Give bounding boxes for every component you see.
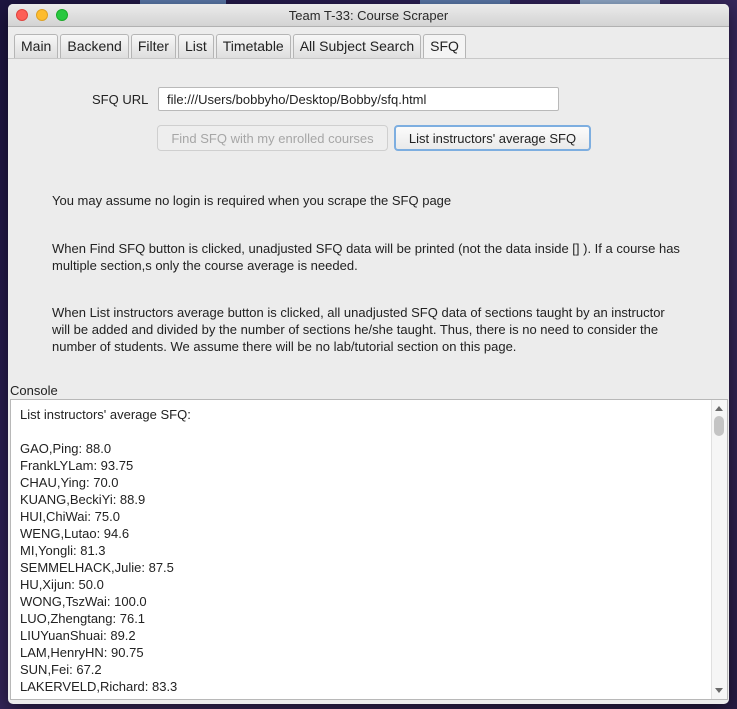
console-text: List instructors' average SFQ: GAO,Ping:… bbox=[20, 407, 191, 694]
sfq-url-input[interactable] bbox=[158, 87, 559, 111]
find-sfq-button[interactable]: Find SFQ with my enrolled courses bbox=[157, 125, 388, 151]
tab-backend[interactable]: Backend bbox=[60, 34, 129, 58]
tab-list[interactable]: List bbox=[177, 34, 214, 58]
note-list-instructors: When List instructors average button is … bbox=[52, 305, 665, 354]
console-scrollbar[interactable] bbox=[711, 400, 727, 699]
note-login: You may assume no login is required when… bbox=[52, 193, 452, 208]
tab-panel-divider bbox=[8, 58, 729, 59]
console-output[interactable]: List instructors' average SFQ: GAO,Ping:… bbox=[10, 399, 728, 700]
console-label: Console bbox=[10, 383, 58, 398]
list-instructors-average-sfq-button[interactable]: List instructors' average SFQ bbox=[394, 125, 591, 151]
app-window: Team T-33: Course Scraper Main Backend F… bbox=[8, 4, 729, 704]
window-title: Team T-33: Course Scraper bbox=[288, 8, 449, 23]
scrollbar-thumb[interactable] bbox=[714, 416, 724, 436]
sfq-url-label: SFQ URL bbox=[92, 92, 149, 107]
tab-main[interactable]: Main bbox=[14, 34, 59, 58]
scroll-down-icon[interactable] bbox=[715, 688, 723, 693]
scroll-up-icon[interactable] bbox=[715, 406, 723, 411]
tab-all-subject-search[interactable]: All Subject Search bbox=[292, 34, 422, 58]
tab-bar: Main Backend Filter List Timetable All S… bbox=[14, 34, 468, 59]
tab-timetable[interactable]: Timetable bbox=[215, 34, 291, 58]
tab-sfq[interactable]: SFQ bbox=[423, 34, 466, 59]
tab-filter[interactable]: Filter bbox=[130, 34, 176, 58]
note-find-sfq: When Find SFQ button is clicked, unadjus… bbox=[52, 241, 680, 273]
title-bar: Team T-33: Course Scraper bbox=[8, 4, 729, 27]
